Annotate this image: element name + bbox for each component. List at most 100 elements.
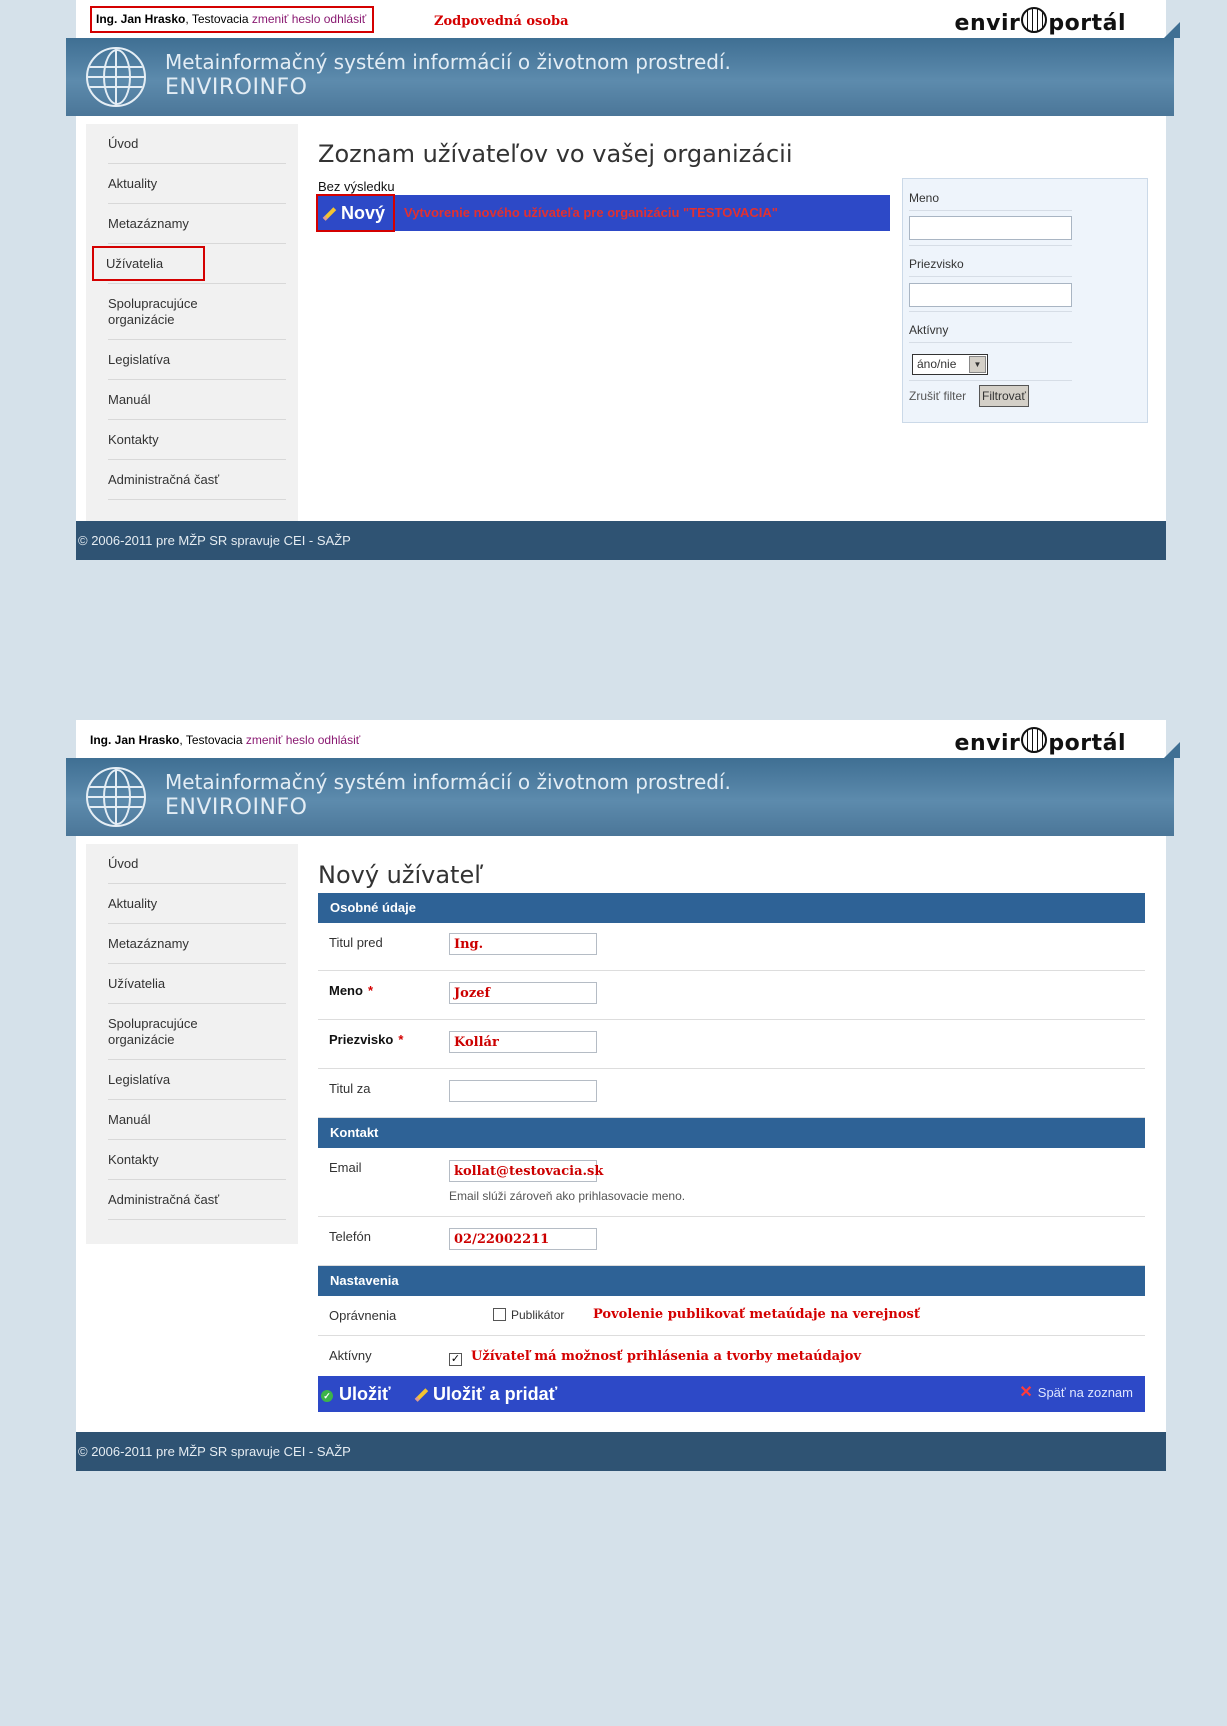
new-user-label: Nový <box>341 203 386 223</box>
surname-input[interactable]: Kollár <box>449 1031 597 1053</box>
required-mark: * <box>367 983 374 998</box>
banner-app-name: ENVIROINFO <box>165 75 308 100</box>
footer: © 2006-2011 pre MŽP SR spravuje CEI - SA… <box>76 1432 1166 1471</box>
banner-app-name: ENVIROINFO <box>165 795 308 820</box>
banner-subtitle: Metainformačný systém informácií o život… <box>165 50 731 74</box>
user-info: Ing. Jan Hrasko, Testovacia zmeniť heslo… <box>90 733 360 747</box>
filter-panel: Meno Priezvisko Aktívny áno/nie ▼ Zrušiť … <box>902 178 1148 423</box>
sidebar-item-label: Kontakty <box>108 1152 159 1167</box>
name-input[interactable]: Jozef <box>449 982 597 1004</box>
annotation-new-user: Vytvorenie nového užívateľa pre organizá… <box>404 205 778 220</box>
user-name: Ing. Jan Hrasko <box>90 733 180 747</box>
back-to-list-label: Späť na zoznam <box>1037 1385 1133 1400</box>
screen-user-list: Ing. Jan Hrasko, Testovacia zmeniť heslo… <box>66 0 1180 560</box>
back-to-list-link[interactable]: ✕ Späť na zoznam <box>1019 1376 1133 1410</box>
enviroportal-logo[interactable]: envir portál <box>955 727 1126 756</box>
list-action-bar: Nový Vytvorenie nového užívateľa pre org… <box>316 194 890 232</box>
pencil-icon <box>414 1388 429 1402</box>
sidebar-item-legislativa[interactable]: Legislatíva <box>108 1060 286 1100</box>
sidebar-item-label: Legislatíva <box>108 1072 171 1087</box>
sidebar-nav: Úvod Aktuality Metazáznamy Užívatelia Sp… <box>86 844 298 1244</box>
save-and-add-button[interactable]: Uložiť a pridať <box>414 1376 557 1412</box>
row-email: Email kollat@testovacia.sk Email slúži z… <box>318 1148 1145 1217</box>
sidebar-item-administracna[interactable]: Administračná časť <box>108 1180 286 1220</box>
section-contact-header: Kontakt <box>318 1118 1145 1148</box>
logo-text-right: portál <box>1048 731 1126 756</box>
section-personal-header: Osobné údaje <box>318 893 1145 923</box>
publisher-option: Publikátor <box>493 1308 564 1322</box>
name-label-text: Meno <box>329 983 363 998</box>
filter-button[interactable]: Filtrovať <box>979 385 1029 407</box>
enviroportal-logo[interactable]: envir portál <box>955 7 1126 36</box>
user-info: Ing. Jan Hrasko, Testovacia zmeniť heslo… <box>90 6 375 33</box>
sidebar-item-label: Legislatíva <box>108 352 171 367</box>
sidebar-item-spolupracujuce[interactable]: Spolupracujúce organizácie <box>108 284 286 340</box>
user-bar: Ing. Jan Hrasko, Testovacia zmeniť heslo… <box>76 0 1166 38</box>
filter-name-label: Meno <box>909 191 940 205</box>
filter-surname-label: Priezvisko <box>909 257 964 271</box>
sidebar-item-manual[interactable]: Manuál <box>108 380 286 420</box>
sidebar-item-uzivatelia[interactable]: Užívatelia <box>91 244 286 284</box>
globe-icon <box>86 47 146 107</box>
filter-active-label: Aktívny <box>909 323 949 337</box>
logo-globe-icon <box>1021 727 1048 753</box>
sidebar-item-label: Manuál <box>108 392 151 407</box>
sidebar-item-manual[interactable]: Manuál <box>108 1100 286 1140</box>
user-org: , Testovacia <box>185 12 252 26</box>
sidebar-item-uzivatelia[interactable]: Užívatelia <box>108 964 286 1004</box>
save-button[interactable]: ✓ Uložiť <box>321 1376 391 1412</box>
surname-label-text: Priezvisko <box>329 1032 394 1047</box>
change-password-link[interactable]: zmeniť heslo <box>252 12 321 26</box>
sidebar-item-label: Manuál <box>108 1112 151 1127</box>
phone-input[interactable]: 02/22002211 <box>449 1228 597 1250</box>
no-result-text: Bez výsledku <box>318 179 395 194</box>
sidebar-item-label: Úvod <box>108 856 139 871</box>
sidebar-item-metazaznamy[interactable]: Metazáznamy <box>108 924 286 964</box>
logo-globe-icon <box>1021 7 1048 33</box>
publisher-checkbox[interactable] <box>493 1308 506 1321</box>
active-checkbox[interactable]: ✓ <box>449 1353 462 1366</box>
new-user-button[interactable]: Nový <box>316 194 396 232</box>
sidebar-item-spolupracujuce[interactable]: Spolupracujúce organizácie <box>108 1004 286 1060</box>
filter-active-select[interactable]: áno/nie ▼ <box>912 354 988 375</box>
banner-subtitle: Metainformačný systém informácií o život… <box>165 770 731 794</box>
email-label: Email <box>329 1160 362 1175</box>
section-settings-header: Nastavenia <box>318 1266 1145 1296</box>
logout-link[interactable]: odhlásiť <box>318 733 361 747</box>
footer-text: © 2006-2011 pre MŽP SR spravuje CEI - SA… <box>78 533 351 548</box>
logo-text-left: envir <box>954 11 1021 36</box>
sidebar-item-aktuality[interactable]: Aktuality <box>108 884 286 924</box>
logout-link[interactable]: odhlásiť <box>324 12 367 26</box>
email-input[interactable]: kollat@testovacia.sk <box>449 1160 603 1182</box>
change-password-link[interactable]: zmeniť heslo <box>246 733 315 747</box>
sidebar-item-label: Metazáznamy <box>108 216 189 231</box>
sidebar-item-uvod[interactable]: Úvod <box>108 844 286 884</box>
title-before-input[interactable]: Ing. <box>449 933 597 955</box>
sidebar-item-kontakty[interactable]: Kontakty <box>108 1140 286 1180</box>
sidebar-nav: Úvod Aktuality Metazáznamy Užívatelia Sp… <box>86 124 298 521</box>
email-hint: Email slúži zároveň ako prihlasovacie me… <box>449 1189 686 1203</box>
cancel-filter-link[interactable]: Zrušiť filter <box>909 389 966 403</box>
title-after-input[interactable] <box>449 1080 597 1102</box>
content-area: Úvod Aktuality Metazáznamy Užívatelia Sp… <box>76 116 1166 521</box>
sidebar-item-label: Kontakty <box>108 432 159 447</box>
sidebar-item-aktuality[interactable]: Aktuality <box>108 164 286 204</box>
row-permissions: Oprávnenia Publikátor Povolenie publikov… <box>318 1296 1145 1336</box>
save-and-add-label: Uložiť a pridať <box>433 1384 558 1404</box>
row-active: Aktívny ✓ Užívateľ má možnosť prihlásenia… <box>318 1336 1145 1376</box>
globe-icon <box>86 767 146 827</box>
sidebar-item-metazaznamy[interactable]: Metazáznamy <box>108 204 286 244</box>
user-name: Ing. Jan Hrasko <box>96 12 186 26</box>
screen-new-user: Ing. Jan Hrasko, Testovacia zmeniť heslo… <box>66 720 1180 1471</box>
sidebar-item-legislativa[interactable]: Legislatíva <box>108 340 286 380</box>
sidebar-item-uvod[interactable]: Úvod <box>108 124 286 164</box>
active-option: ✓ Užívateľ má možnosť prihlásenia a tvorb… <box>449 1348 861 1366</box>
sidebar-item-label: Aktuality <box>108 896 158 911</box>
filter-surname-input[interactable] <box>909 283 1072 307</box>
sidebar-item-label: Aktuality <box>108 176 158 191</box>
sidebar-item-administracna[interactable]: Administračná časť <box>108 460 286 500</box>
sidebar-item-kontakty[interactable]: Kontakty <box>108 420 286 460</box>
filter-name-input[interactable] <box>909 216 1072 240</box>
required-mark: * <box>398 1032 404 1047</box>
sidebar-item-label: Administračná časť <box>108 472 220 487</box>
